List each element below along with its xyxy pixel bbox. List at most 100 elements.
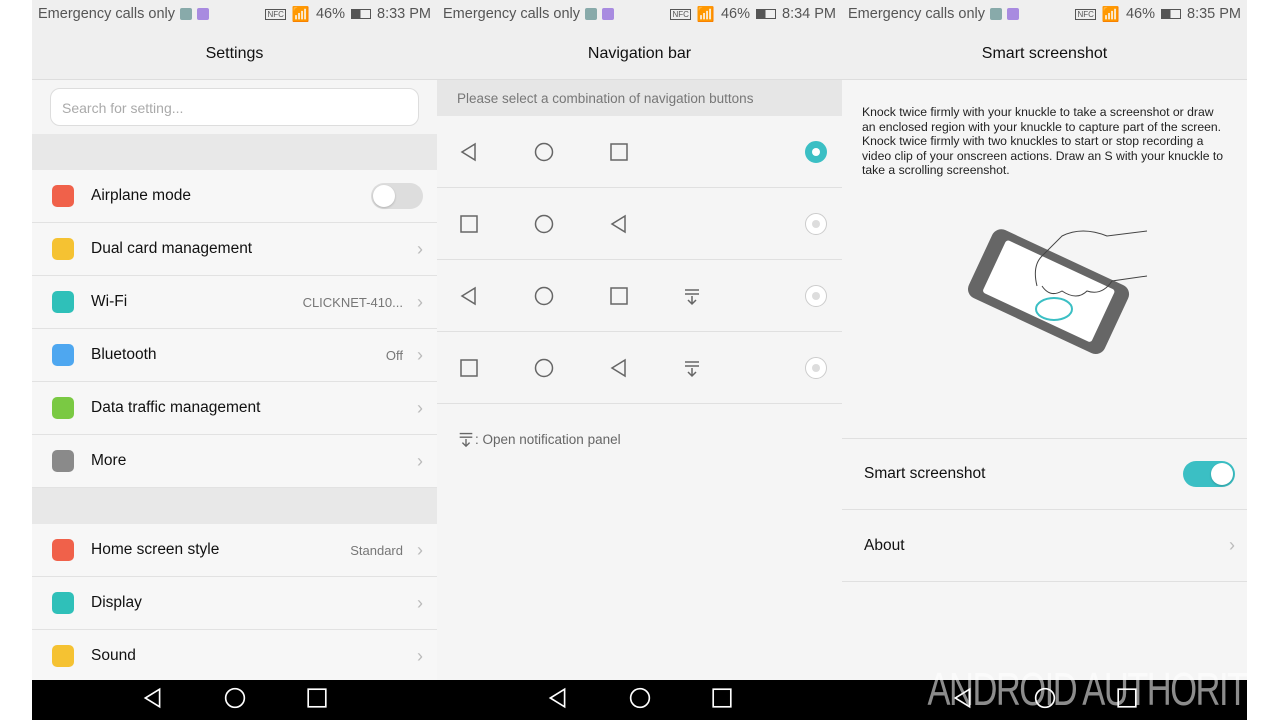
chevron-right-icon: › xyxy=(417,592,423,613)
system-nav-bar xyxy=(32,680,437,720)
carrier-text: Emergency calls only xyxy=(848,6,985,22)
notification-pulldown-icon xyxy=(685,289,699,306)
chevron-right-icon: › xyxy=(417,645,423,666)
radio-button[interactable] xyxy=(805,141,827,163)
airplane-icon xyxy=(52,185,74,207)
system-nav-bar xyxy=(437,680,842,720)
settings-item-label: Airplane mode xyxy=(91,187,191,204)
recents-icon xyxy=(610,287,628,305)
battery-icon xyxy=(756,9,776,19)
display-icon xyxy=(52,592,74,614)
radio-button[interactable] xyxy=(805,213,827,235)
status-bar: Emergency calls only NFC 📶 46% 8:33 PM xyxy=(32,0,437,28)
settings-item[interactable]: Home screen style Standard › xyxy=(32,524,437,577)
settings-item[interactable]: Data traffic management › xyxy=(32,382,437,435)
nfc-icon: NFC xyxy=(1075,8,1096,20)
back-button[interactable] xyxy=(547,687,569,714)
settings-item-label: Sound xyxy=(91,647,136,664)
home-icon xyxy=(534,358,554,378)
nav-combination-option[interactable] xyxy=(437,332,842,404)
settings-item[interactable]: Display › xyxy=(32,577,437,630)
radio-button[interactable] xyxy=(805,357,827,379)
home-button[interactable] xyxy=(224,687,246,714)
about-label: About xyxy=(864,536,905,554)
description-text: Knock twice firmly with your knuckle to … xyxy=(862,105,1224,178)
data-icon xyxy=(52,397,74,419)
back-icon xyxy=(610,358,626,378)
settings-item-label: Display xyxy=(91,594,142,611)
clock: 8:33 PM xyxy=(377,6,431,22)
legend-text: : Open notification panel xyxy=(475,431,621,447)
back-button[interactable] xyxy=(142,687,164,714)
wifi-icon: 📶 xyxy=(1101,6,1120,23)
search-input[interactable]: Search for setting... xyxy=(50,88,419,126)
settings-item[interactable]: Bluetooth Off › xyxy=(32,329,437,382)
recents-icon xyxy=(460,215,478,233)
bluetooth-icon xyxy=(52,344,74,366)
airplane-toggle[interactable] xyxy=(371,183,423,209)
knuckle-illustration xyxy=(967,229,1148,354)
setting-value: Standard xyxy=(350,542,403,558)
settings-item[interactable]: Airplane mode xyxy=(32,170,437,223)
nav-combination-option[interactable] xyxy=(437,116,842,188)
carrier-text: Emergency calls only xyxy=(443,6,580,22)
radio-button[interactable] xyxy=(805,285,827,307)
recents-icon xyxy=(460,359,478,377)
back-icon xyxy=(460,286,476,306)
smart-screenshot-toggle[interactable] xyxy=(1183,461,1235,487)
page-title: Settings xyxy=(32,28,437,80)
home-button[interactable] xyxy=(629,687,651,714)
sim-icon xyxy=(52,238,74,260)
settings-item-label: Home screen style xyxy=(91,541,220,558)
clock: 8:35 PM xyxy=(1187,6,1241,22)
settings-item-label: More xyxy=(91,452,127,469)
image-notification-icon xyxy=(180,8,192,20)
more-icon xyxy=(52,450,74,472)
nfc-icon: NFC xyxy=(670,8,691,20)
page-title: Smart screenshot xyxy=(842,28,1247,80)
smart-screenshot-row[interactable]: Smart screenshot xyxy=(842,438,1247,510)
setting-value: CLICKNET-410... xyxy=(302,294,403,310)
navigation-bar-screen: Emergency calls only NFC 📶 46% 8:34 PM Naviga… xyxy=(437,0,842,720)
nav-combination-option[interactable] xyxy=(437,188,842,260)
settings-screen: Emergency calls only NFC 📶 46% 8:33 PM Settin… xyxy=(32,0,437,720)
settings-item[interactable]: Dual card management › xyxy=(32,223,437,276)
legend: : Open notification panel xyxy=(437,404,842,474)
back-icon xyxy=(610,214,626,234)
app-notification-icon xyxy=(1007,8,1019,20)
chevron-right-icon: › xyxy=(1229,535,1235,555)
about-row[interactable]: About › xyxy=(842,510,1247,582)
nav-combination-option[interactable] xyxy=(437,260,842,332)
page-title: Navigation bar xyxy=(437,28,842,80)
recents-button[interactable] xyxy=(306,687,328,714)
settings-item[interactable]: More › xyxy=(32,435,437,488)
battery-text: 46% xyxy=(720,6,750,22)
settings-item[interactable]: Wi-Fi CLICKNET-410... › xyxy=(32,276,437,329)
home-icon xyxy=(534,214,554,234)
battery-icon xyxy=(351,9,371,19)
carrier-text: Emergency calls only xyxy=(38,6,175,22)
smart-screenshot-screen: Emergency calls only NFC 📶 46% 8:35 PM Smart … xyxy=(842,0,1247,720)
image-notification-icon xyxy=(585,8,597,20)
home-icon xyxy=(52,539,74,561)
nfc-icon: NFC xyxy=(265,8,286,20)
back-icon xyxy=(460,142,476,162)
home-icon xyxy=(534,286,554,306)
chevron-right-icon: › xyxy=(417,291,423,312)
status-bar: Emergency calls only NFC 📶 46% 8:35 PM xyxy=(842,0,1247,28)
recents-button[interactable] xyxy=(711,687,733,714)
battery-text: 46% xyxy=(1125,6,1155,22)
chevron-right-icon: › xyxy=(417,238,423,259)
app-notification-icon xyxy=(602,8,614,20)
hint-text: Please select a combination of navigatio… xyxy=(437,80,842,116)
chevron-right-icon: › xyxy=(417,539,423,560)
battery-text: 46% xyxy=(315,6,345,22)
notification-pulldown-icon xyxy=(685,361,699,378)
settings-item[interactable]: Sound › xyxy=(32,630,437,683)
home-icon xyxy=(534,142,554,162)
app-notification-icon xyxy=(197,8,209,20)
description: Knock twice firmly with your knuckle to … xyxy=(842,80,1247,438)
settings-item-label: Data traffic management xyxy=(91,399,261,416)
image-notification-icon xyxy=(990,8,1002,20)
chevron-right-icon: › xyxy=(417,344,423,365)
